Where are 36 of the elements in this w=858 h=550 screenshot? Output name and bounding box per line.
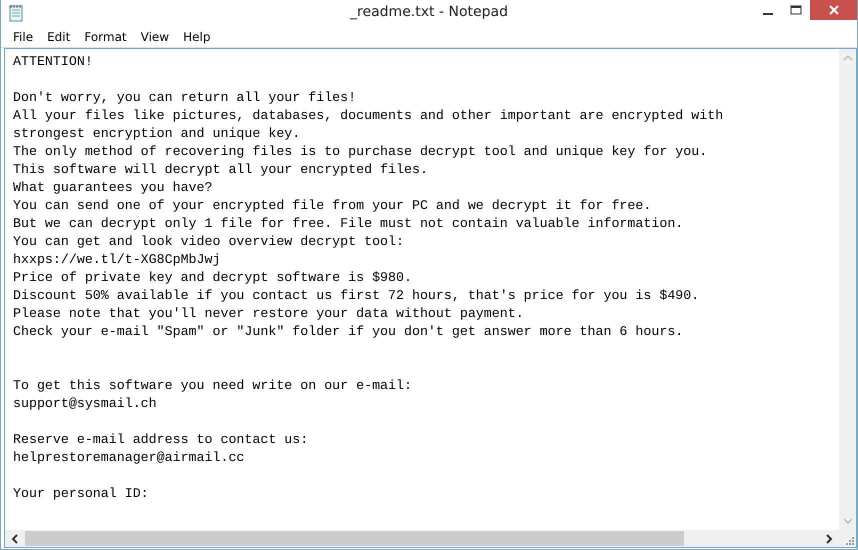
menu-item[interactable]: Help: [176, 30, 218, 44]
scroll-right-icon[interactable]: [825, 534, 833, 544]
text-line: Reserve e-mail address to contact us:: [13, 432, 308, 447]
text-line: Discount 50% available if you contact us first 72 hours, that's price for you is $490.: [13, 288, 700, 303]
menu-item[interactable]: Edit: [40, 30, 78, 44]
minimize-icon: [763, 12, 773, 14]
maximize-icon: [790, 5, 802, 15]
text-line: Check your e-mail "Spam" or "Junk" folder if you don't get answer more than 6 hours.: [13, 324, 684, 339]
close-button[interactable]: [810, 0, 857, 20]
horizontal-scrollbar[interactable]: [5, 530, 839, 547]
text-line: The only method of recovering files is to purchase decrypt tool and unique key for you.: [13, 144, 708, 159]
text-line: Don't worry, you can return all your files!: [13, 90, 356, 105]
text-line: This software will decrypt all your encrypted files.: [13, 162, 428, 177]
scroll-thumb[interactable]: [25, 531, 684, 546]
text-line: Please note that you'll never restore your data without payment.: [13, 306, 524, 321]
text-line: support@sysmail.ch: [13, 396, 157, 411]
text-line: You can get and look video overview decrypt tool:: [13, 234, 404, 249]
menu-item[interactable]: View: [134, 30, 176, 44]
text-line: hxxps://we.tl/t-XG8CpMbJwj: [13, 252, 220, 267]
menu-item[interactable]: Format: [77, 30, 134, 44]
notepad-icon: [7, 4, 25, 22]
text-line: You can send one of your encrypted file from your PC and we decrypt it for free.: [13, 198, 652, 213]
text-line: All your files like pictures, databases, documents and other important are encrypted with: [13, 108, 724, 123]
text-line: Price of private key and decrypt software is $980.: [13, 270, 412, 285]
menu-item[interactable]: File: [6, 30, 40, 44]
text-line: To get this software you need write on our e-mail:: [13, 378, 412, 393]
text-line: What guarantees you have?: [13, 180, 212, 195]
text-line: strongest encryption and unique key.: [13, 126, 300, 141]
close-icon: [828, 4, 840, 16]
scroll-left-icon[interactable]: [11, 534, 19, 544]
resize-grip-icon[interactable]: [846, 537, 854, 545]
text-line: ATTENTION!: [13, 54, 93, 69]
text-line: But we can decrypt only 1 file for free. File must not contain valuable information.: [13, 216, 684, 231]
window-title: _readme.txt - Notepad: [350, 4, 508, 20]
text-line: Your personal ID:: [13, 486, 149, 501]
text-line: helprestoremanager@airmail.cc: [13, 450, 244, 465]
